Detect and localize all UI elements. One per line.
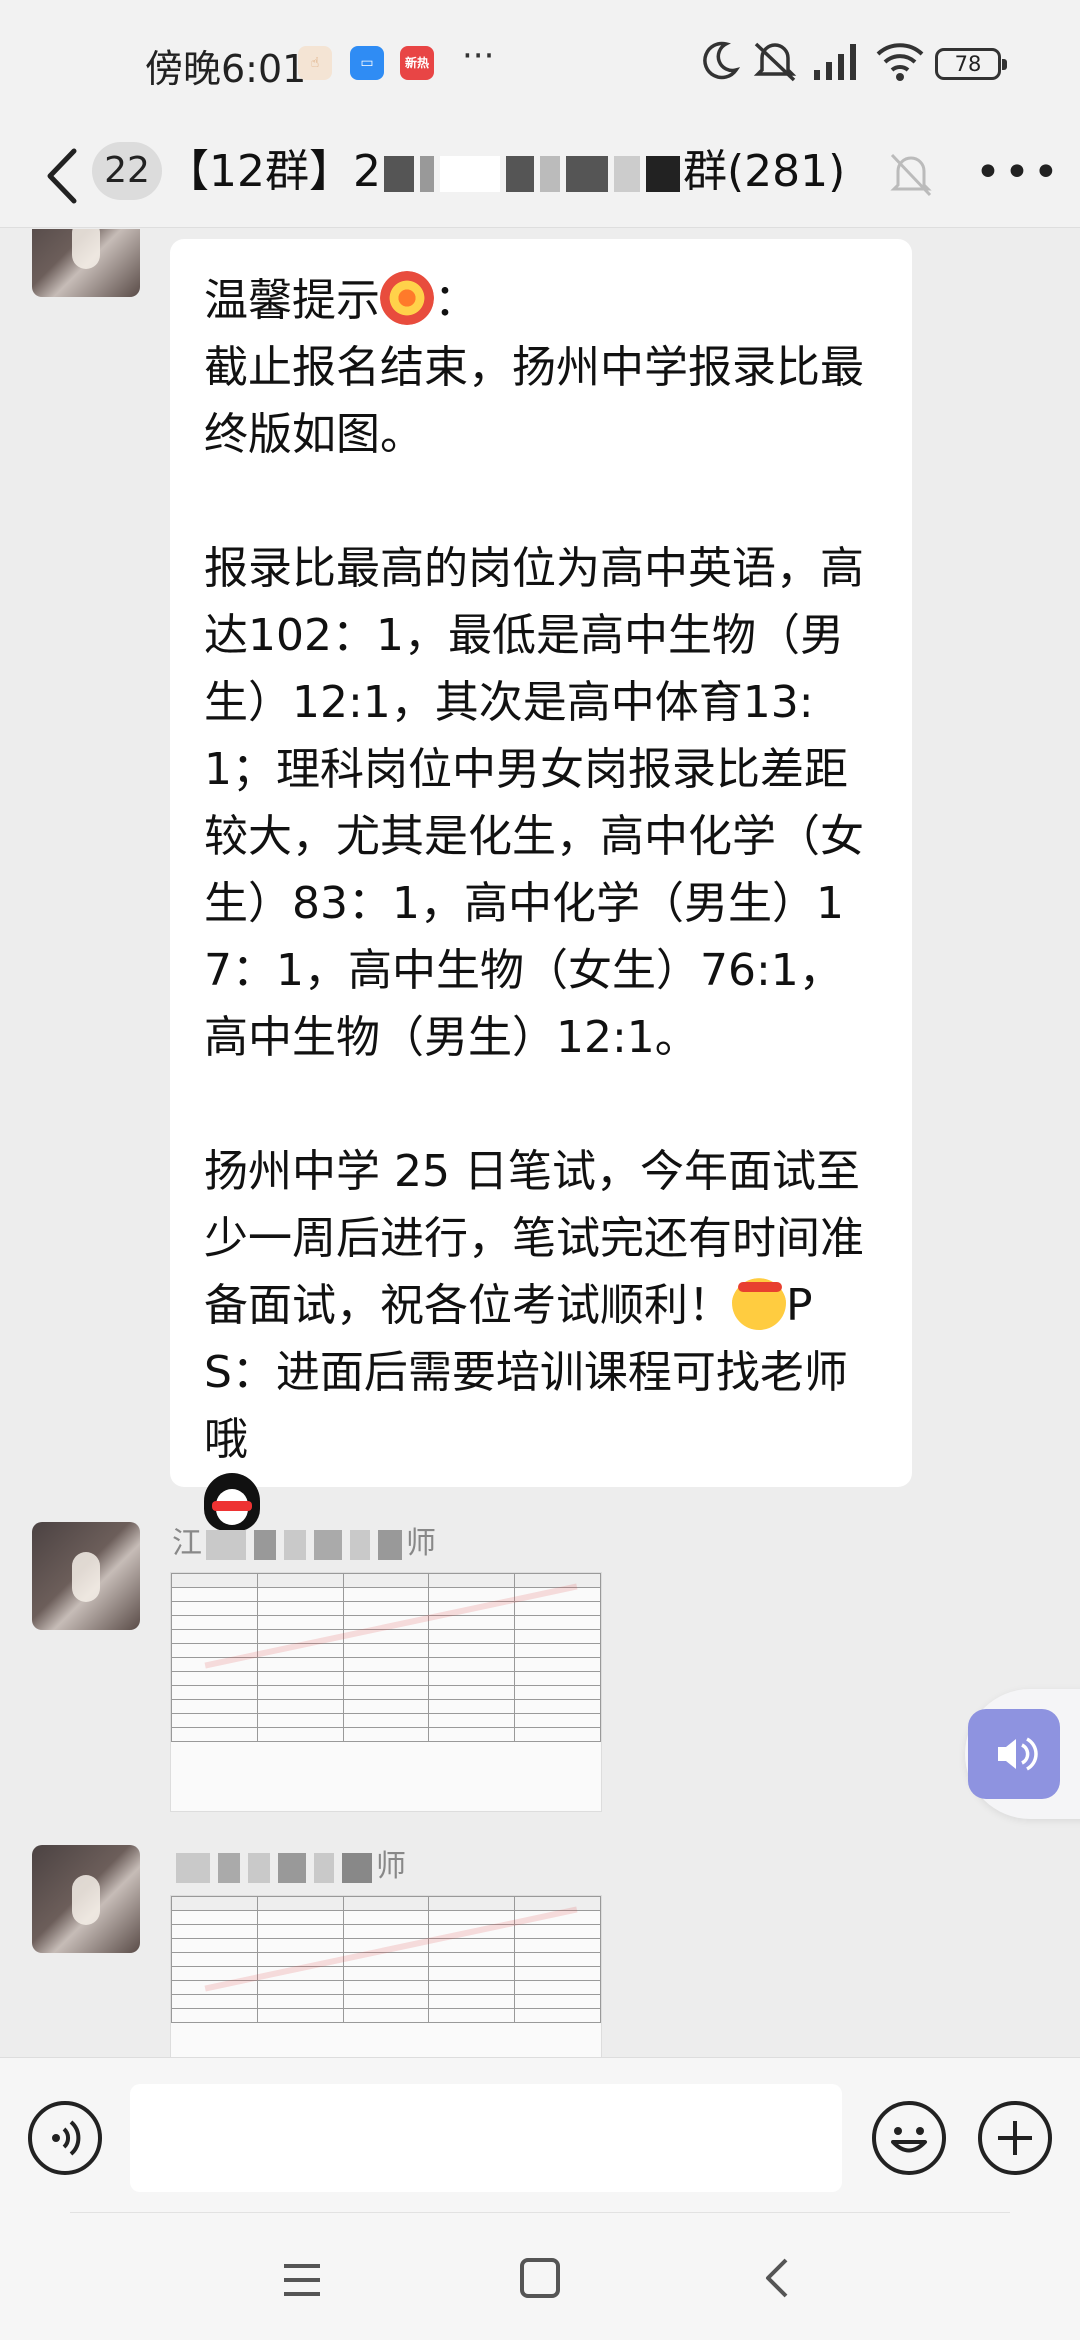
chat-header: 22 【12群】2 群(281) ••• (0, 125, 1080, 228)
redaction-mask (613, 156, 640, 192)
input-bar (0, 2057, 1080, 2212)
battery-indicator: 78 (935, 48, 1007, 80)
penguin-emoji-icon (204, 1473, 260, 1531)
status-time: 傍晚6:01 (145, 47, 307, 91)
chat-area[interactable]: 温馨提示： 截止报名结束，扬州中学报录比最终版如图。 报录比最高的岗位为高中英语… (0, 229, 1080, 2057)
emoji-icon[interactable] (872, 2101, 946, 2175)
speaker-icon (968, 1709, 1060, 1799)
image-message[interactable] (170, 1572, 602, 1812)
unread-count-badge[interactable]: 22 (92, 142, 162, 200)
floating-audio-button[interactable] (965, 1689, 1080, 1819)
bell-muted-icon[interactable] (888, 149, 934, 199)
message-bubble[interactable]: 温馨提示： 截止报名结束，扬州中学报录比最终版如图。 报录比最高的岗位为高中英语… (170, 239, 912, 1531)
plus-icon[interactable] (978, 2101, 1052, 2175)
firework-emoji-icon (380, 271, 434, 325)
image-message[interactable] (170, 1895, 602, 2057)
avatar[interactable] (32, 1522, 140, 1630)
wallet-app-icon: ▭ (350, 46, 384, 80)
status-bar: 傍晚6:01 ☝ ▭ 新热 ··· 78 (0, 0, 1080, 125)
chevron-left-icon[interactable] (38, 145, 88, 207)
group-title-prefix: 【12群】2 (165, 146, 381, 197)
wifi-icon (876, 43, 924, 81)
redaction-mask (645, 156, 680, 192)
group-title-suffix: 群(281) (682, 146, 846, 197)
sender-name: 师 (172, 1847, 406, 1887)
hand-app-icon: ☝ (298, 46, 332, 80)
news-app-icon: 新热 (400, 46, 434, 80)
redaction-mask (505, 156, 534, 192)
home-icon[interactable] (520, 2258, 560, 2298)
more-notifications-icon: ··· (462, 36, 495, 76)
redaction-mask (383, 156, 414, 192)
avatar[interactable] (32, 1845, 140, 1953)
message-paragraph: 扬州中学 25 日笔试，今年面试至少一周后进行，笔试完还有时间准备面试，祝各位考… (204, 1138, 878, 1540)
redaction-mask (539, 156, 560, 192)
moon-icon (703, 41, 740, 80)
mute-icon (753, 42, 797, 82)
message-input[interactable] (130, 2084, 842, 2192)
signal-icon (814, 44, 856, 80)
sender-name: 江师 (172, 1526, 436, 1561)
redaction-mask (419, 156, 434, 192)
menu-icon[interactable] (282, 2262, 322, 2298)
avatar[interactable] (32, 229, 140, 297)
voice-icon[interactable] (28, 2101, 102, 2175)
group-title[interactable]: 【12群】2 群(281) (165, 140, 875, 204)
headband-face-emoji-icon (732, 1276, 786, 1330)
more-icon[interactable]: ••• (975, 147, 1062, 198)
back-icon[interactable] (758, 2256, 798, 2300)
system-nav-bar (0, 2212, 1080, 2340)
message-paragraph: 温馨提示： 截止报名结束，扬州中学报录比最终版如图。 (204, 267, 878, 468)
redaction-mask (565, 156, 608, 192)
message-paragraph: 报录比最高的岗位为高中英语，高达102：1，最低是高中生物（男生）12:1，其次… (204, 543, 864, 1063)
redaction-mask (439, 156, 500, 192)
